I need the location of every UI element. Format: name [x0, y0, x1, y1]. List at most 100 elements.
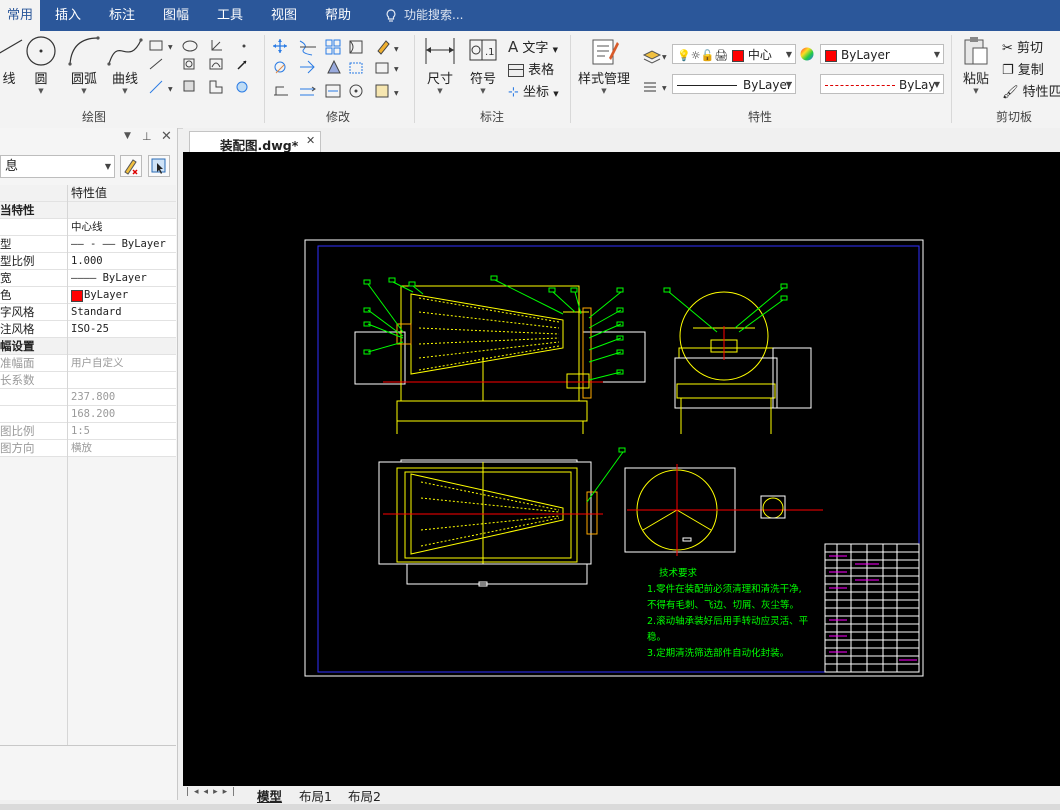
scissors-icon: ✂ [1002, 41, 1013, 56]
chevron-down-icon[interactable]: ▼ [124, 131, 131, 141]
tab-home[interactable]: 常用 [0, 0, 40, 31]
select-objects-icon [151, 158, 166, 174]
text-button[interactable]: A 文字 ▼ [508, 37, 558, 56]
chevron-down-icon: ▼ [785, 80, 792, 89]
tab-tools[interactable]: 工具 [208, 0, 252, 31]
table-button[interactable]: 表格 [508, 59, 554, 78]
note-line: 2.滚动轴承装好后用手转动应灵活、平 [647, 616, 809, 627]
tab-insert[interactable]: 插入 [46, 0, 90, 31]
close-icon[interactable]: ✕ [161, 129, 172, 144]
divider [0, 745, 176, 746]
property-value: 横放 [71, 442, 92, 454]
property-value: ByLayer [84, 289, 129, 301]
layer-combo[interactable]: 💡☼🔓🖨 中心 ▼ [672, 44, 796, 64]
dimension-button[interactable]: 尺寸 ▼ [422, 34, 458, 95]
color-combo[interactable]: ByLayer ▼ [820, 44, 944, 64]
circle-button[interactable]: 圆 ▼ [24, 34, 58, 95]
svg-text:.1: .1 [485, 47, 495, 58]
chevron-down-icon: ▼ [933, 50, 940, 59]
layout-tab-model[interactable]: 模型 [257, 786, 282, 805]
tab-help[interactable]: 帮助 [316, 0, 360, 31]
section-view [624, 464, 823, 556]
property-key: 注风格 [0, 322, 35, 336]
color-wheel-icon[interactable] [799, 46, 815, 62]
title-block [824, 543, 920, 673]
svg-text:▼: ▼ [168, 86, 173, 93]
document-tab[interactable]: 装配图.dwg* ✕ [189, 131, 321, 153]
modify-group-label: 修改 [326, 110, 351, 124]
property-row[interactable]: 图比例 1:5 [0, 423, 176, 440]
property-row[interactable]: 中心线 [0, 219, 176, 236]
curve-label: 曲线 [111, 72, 138, 87]
copy-button[interactable]: ❐ 复制 [1002, 59, 1044, 78]
property-key: 色 [0, 288, 12, 302]
linetype-preview [677, 85, 737, 86]
property-row[interactable]: 准幅面 用户自定义 [0, 355, 176, 372]
quick-select-button[interactable] [120, 155, 142, 177]
cut-button[interactable]: ✂ 剪切 [1002, 37, 1043, 56]
property-row[interactable]: 宽 ———— ByLayer [0, 270, 176, 287]
line-label: 线 [2, 72, 16, 87]
tab-view[interactable]: 视图 [262, 0, 306, 31]
curve-button[interactable]: 曲线 ▼ [106, 34, 144, 95]
property-value: 168.200 [71, 408, 116, 420]
style-manager-label: 样式管理 [577, 72, 630, 87]
layer-color-swatch [732, 49, 745, 62]
clipboard-group-label: 剪切板 [996, 110, 1033, 124]
menu-bar: 常用 插入 标注 图幅 工具 视图 帮助 功能搜索... [0, 0, 1060, 31]
color-swatch [825, 49, 837, 62]
property-row[interactable]: 色 ByLayer [0, 287, 176, 304]
property-row[interactable]: 237.800 [0, 389, 176, 406]
table-icon [508, 64, 524, 77]
property-row[interactable]: 型 —— - —— ByLayer [0, 236, 176, 253]
pin-icon[interactable]: ⊥ [142, 130, 152, 143]
property-key: 宽 [0, 271, 12, 285]
tab-annotate[interactable]: 标注 [100, 0, 144, 31]
property-row[interactable]: 长系数 [0, 372, 176, 389]
svg-text:▼: ▼ [662, 54, 667, 61]
note-line: 不得有毛刺、飞边、切屑、灰尘等。 [647, 600, 800, 611]
linetype-combo[interactable]: ByLayer ▼ [672, 74, 796, 94]
brush-icon: 🖌 [1002, 85, 1019, 100]
tab-sheet[interactable]: 图幅 [154, 0, 198, 31]
property-key: 准幅面 [0, 356, 35, 370]
close-icon[interactable]: ✕ [306, 134, 315, 147]
separator [570, 35, 571, 123]
style-manager-button[interactable]: 样式管理 ▼ [576, 34, 632, 95]
style-manager-icon [592, 39, 619, 65]
feature-search[interactable]: 功能搜索... [384, 0, 463, 31]
modify-tools-icons[interactable]: ▼ ▼ ▼ [270, 37, 410, 101]
ribbon: 线 圆 ▼ 圆弧 ▼ 曲线 ▼ ▼ ▼ 绘图 ▼ ▼ ▼ 修改 尺寸 ▼ .1 … [0, 31, 1060, 129]
property-row[interactable]: 图方向 横放 [0, 440, 176, 457]
dimension-label: 尺寸 [426, 72, 453, 87]
color-swatch [71, 290, 83, 302]
property-row[interactable]: 字风格 Standard [0, 304, 176, 321]
property-row[interactable]: 注风格 ISO-25 [0, 321, 176, 338]
layer-state-icons: 💡☼🔓🖨 [677, 49, 729, 62]
paste-button[interactable]: 粘贴 ▼ [958, 34, 994, 95]
symbol-icon: .1 [469, 39, 497, 61]
match-properties-button[interactable]: 🖌 特性匹 [1002, 81, 1060, 100]
lineweight-combo[interactable]: ByLay ▼ [820, 74, 944, 94]
symbol-button[interactable]: .1 符号 ▼ [466, 34, 500, 95]
status-bar [0, 804, 1060, 810]
lineweight-preview [825, 85, 895, 86]
property-row[interactable]: 型比例 1.000 [0, 253, 176, 270]
drawing-canvas[interactable]: 技术要求 1.零件在装配前必须清理和清洗干净, 不得有毛刺、飞边、切屑、灰尘等。… [183, 152, 1060, 786]
property-row[interactable]: 168.200 [0, 406, 176, 423]
coordinate-button[interactable]: ⊹ 坐标 ▼ [508, 81, 559, 100]
layout-nav-icons[interactable]: |◂◂▸▸| [186, 787, 240, 797]
top-view [378, 447, 626, 587]
table-label: 表格 [528, 63, 555, 78]
property-key: 幅设置 [0, 339, 35, 353]
select-objects-button[interactable] [148, 155, 170, 177]
object-selector[interactable]: 息 ▼ [0, 155, 115, 178]
layout-tab-2[interactable]: 布局2 [348, 786, 381, 805]
line-button[interactable]: 线 [0, 34, 24, 87]
separator [951, 35, 952, 123]
layout-tab-1[interactable]: 布局1 [299, 786, 332, 805]
arc-button[interactable]: 圆弧 ▼ [66, 34, 102, 95]
layer-tools-icons[interactable]: ▼ ▼ [640, 45, 670, 105]
draw-tools-icons[interactable]: ▼ ▼ [148, 37, 262, 101]
circle-label: 圆 [34, 72, 48, 87]
